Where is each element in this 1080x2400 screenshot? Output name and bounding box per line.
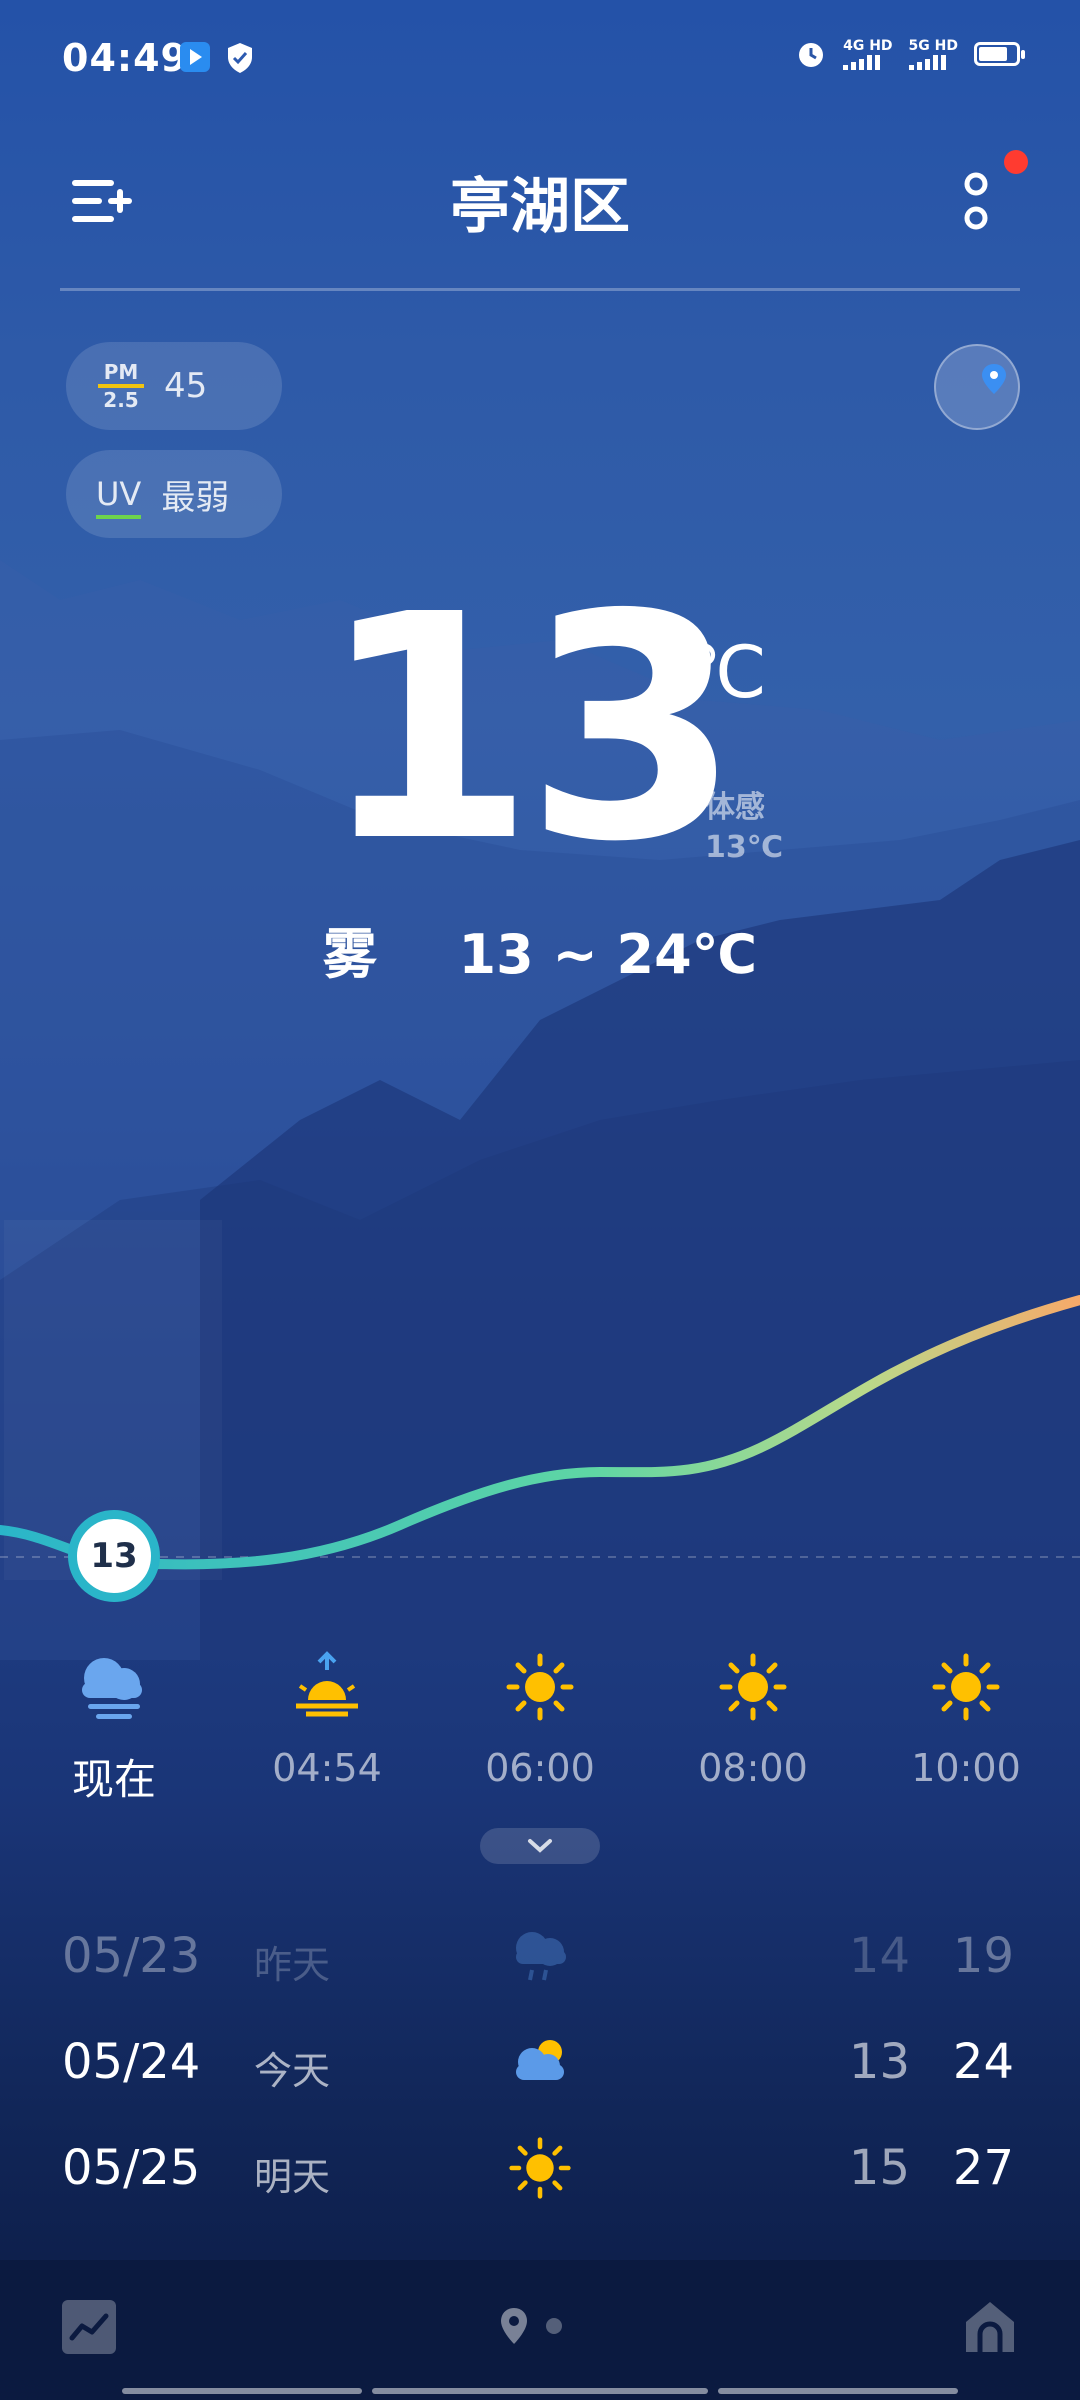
network-5g: 5G HD bbox=[908, 38, 958, 70]
hour-item-now[interactable]: 现在 bbox=[34, 1650, 194, 1807]
uv-underline bbox=[96, 515, 142, 519]
current-temp-marker: 13 bbox=[68, 1510, 160, 1602]
pm25-label: PM 2.5 bbox=[98, 362, 144, 410]
feels-like: 体感 13℃ bbox=[705, 790, 784, 865]
more-icon[interactable] bbox=[962, 170, 990, 234]
trend-chart-icon bbox=[69, 2313, 109, 2341]
pm25-value: 45 bbox=[164, 366, 208, 406]
temperature-unit: ℃ bbox=[686, 630, 767, 714]
hour-item-0600[interactable]: 06:00 bbox=[460, 1650, 620, 1790]
location-pin-icon bbox=[982, 364, 1006, 394]
network-4g: 4G HD bbox=[843, 38, 893, 70]
shield-icon bbox=[228, 43, 252, 73]
daily-row-tomorrow[interactable]: 05/25 明天 15 27 bbox=[0, 2137, 1080, 2240]
header-divider bbox=[60, 288, 1020, 291]
page-indicator-dot[interactable] bbox=[546, 2318, 562, 2334]
condition-summary: 雾 13 ~ 24℃ bbox=[0, 910, 1080, 989]
condition-text: 雾 bbox=[322, 923, 377, 986]
hour-item-1000[interactable]: 10:00 bbox=[886, 1650, 1046, 1790]
uv-pill[interactable]: UV 最弱 bbox=[66, 450, 282, 538]
notification-badge bbox=[1004, 150, 1028, 174]
rain-icon bbox=[516, 1932, 566, 1981]
location-page-indicator-icon[interactable] bbox=[498, 2306, 530, 2346]
map-button[interactable] bbox=[934, 344, 1020, 430]
uv-value: 最弱 bbox=[161, 477, 230, 518]
gesture-bar-segment bbox=[122, 2388, 362, 2394]
bottom-bar bbox=[0, 2260, 1080, 2400]
chevron-down-icon bbox=[528, 1839, 552, 1853]
gesture-bar-segment bbox=[372, 2388, 708, 2394]
fog-cloud-icon bbox=[82, 1658, 142, 1719]
gesture-bar-segment bbox=[718, 2388, 958, 2394]
partly-cloudy-icon bbox=[516, 2040, 564, 2080]
sunrise-icon bbox=[296, 1651, 358, 1717]
trend-chart-button[interactable] bbox=[62, 2300, 116, 2354]
temperature-range: 13 ~ 24℃ bbox=[458, 923, 758, 986]
status-icons: 4G HD 5G HD bbox=[795, 38, 1025, 70]
sun-icon bbox=[719, 1653, 787, 1721]
hourly-temperature-curve bbox=[0, 1295, 1080, 1570]
city-title: 亭湖区 bbox=[450, 172, 630, 242]
expand-forecast-button[interactable] bbox=[480, 1828, 600, 1864]
sun-icon bbox=[932, 1653, 1000, 1721]
hour-item-0800[interactable]: 08:00 bbox=[673, 1650, 833, 1790]
sun-icon bbox=[506, 1653, 574, 1721]
alarm-icon bbox=[799, 43, 824, 67]
daily-row-today[interactable]: 05/24 今天 13 24 bbox=[0, 2034, 1080, 2134]
current-temperature: 13 bbox=[319, 549, 740, 910]
battery-icon bbox=[974, 42, 1025, 66]
uv-label: UV bbox=[96, 475, 142, 519]
app-notification-icon bbox=[180, 42, 210, 72]
signal-bars-icon bbox=[908, 54, 958, 70]
signal-bars-icon bbox=[843, 54, 892, 70]
hour-item-sunrise[interactable]: 04:54 bbox=[247, 1650, 407, 1790]
daily-row-yesterday[interactable]: 05/23 昨天 14 19 bbox=[0, 1928, 1080, 2028]
status-time: 04:49 bbox=[62, 36, 188, 80]
sun-icon bbox=[509, 2137, 571, 2199]
home-icon[interactable] bbox=[962, 2298, 1018, 2354]
pm25-pill[interactable]: PM 2.5 45 bbox=[66, 342, 282, 430]
